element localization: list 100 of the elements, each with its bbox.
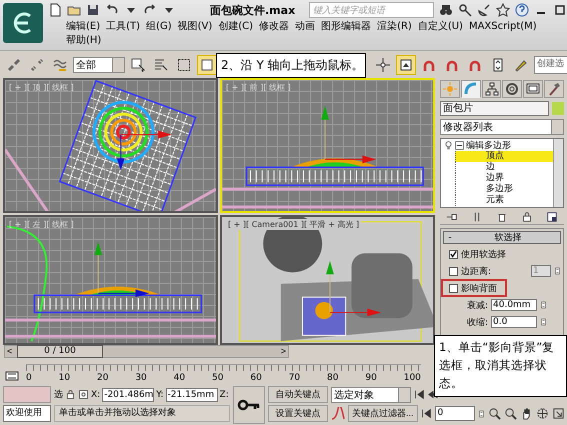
lock-icon[interactable] xyxy=(520,211,533,223)
sub-object-item[interactable]: 顶点 xyxy=(455,151,553,162)
star-icon[interactable] xyxy=(496,3,510,17)
spinner-arrows-icon[interactable] xyxy=(540,316,547,328)
menu-item[interactable]: 工具(T) xyxy=(103,20,144,34)
search-field[interactable]: 键入关键字或短语 xyxy=(309,2,434,18)
snap-toggle-button[interactable] xyxy=(396,54,416,74)
menu-item[interactable]: 图形编辑器 xyxy=(318,20,374,34)
panel-tab[interactable] xyxy=(482,80,502,98)
wave-icon[interactable] xyxy=(53,58,67,72)
menu-item[interactable]: 视图(V) xyxy=(174,20,216,34)
zoom-icon[interactable] xyxy=(488,407,501,420)
absolute-mode-icon[interactable] xyxy=(78,389,89,400)
window-crossing-button[interactable] xyxy=(197,54,217,74)
zoom-region-icon[interactable] xyxy=(504,407,517,420)
tick-label: 50 xyxy=(212,373,224,383)
window-crossing-icon xyxy=(200,58,214,72)
spinner-label: 衰减: xyxy=(466,300,488,312)
bin-icon[interactable] xyxy=(496,211,508,223)
menu-item[interactable]: 动画 xyxy=(292,20,318,34)
menu-item[interactable]: 修改器 xyxy=(256,20,292,34)
dropdown-value: 全部 xyxy=(76,58,96,72)
lightbulb-icon xyxy=(444,141,453,150)
time-slider-track[interactable]: < > 0 / 100 xyxy=(4,345,289,358)
collapse-sign: - xyxy=(447,232,453,242)
key-mode-dropdown[interactable]: 选定对象 xyxy=(331,386,411,402)
maximize-viewport-icon[interactable] xyxy=(552,407,565,420)
menu-item[interactable]: MAXScript(M) xyxy=(466,20,540,34)
unlink-icon[interactable] xyxy=(30,58,44,72)
satellite-dish-icon[interactable] xyxy=(476,3,491,17)
prompt-text: 单击或单击并拖动以选择对象 xyxy=(54,405,230,422)
selection-filter-dropdown[interactable]: 全部 xyxy=(73,56,125,72)
pin-icon[interactable] xyxy=(446,211,458,223)
lock-icon[interactable] xyxy=(65,389,76,400)
named-selection-field[interactable]: 创建选 xyxy=(534,56,567,74)
curve-editor-icon[interactable] xyxy=(4,369,20,383)
utilities-tab-icon xyxy=(547,82,562,96)
frame-field[interactable]: 0 xyxy=(434,406,475,421)
rollout-header[interactable]: - 软选择 xyxy=(443,231,561,244)
timeline-ruler[interactable]: 0 10 20 30 40 50 60 70 80 90 100 xyxy=(26,364,421,383)
menu-item[interactable]: 帮助(H) xyxy=(63,34,104,48)
color-swatch xyxy=(3,386,51,403)
callout-note: 2、沿 Y 轴向上拖动鼠标。 xyxy=(216,53,366,78)
set-key-mode-button[interactable]: 设置关键点 xyxy=(268,405,328,422)
menu-item[interactable]: 自定义(U) xyxy=(414,20,466,34)
spinner-field[interactable]: 40.0mm xyxy=(491,299,537,311)
spinner-snap-icon[interactable] xyxy=(491,58,505,72)
scrollbar[interactable] xyxy=(553,139,563,207)
checkbox-label[interactable]: 使用软选择 xyxy=(461,248,506,260)
object-name-field[interactable]: 面包片 xyxy=(440,101,549,116)
key-filters-button[interactable]: 关键点过滤器... xyxy=(348,405,418,422)
binoculars-icon[interactable] xyxy=(438,3,453,17)
spinner-arrows-icon[interactable] xyxy=(540,299,547,311)
tick-label: 100 xyxy=(404,373,421,383)
set-key-button[interactable] xyxy=(233,386,265,424)
object-color-swatch[interactable] xyxy=(552,102,564,115)
go-to-start-icon[interactable] xyxy=(414,389,425,400)
coordinate-field[interactable]: -201.486m xyxy=(102,388,154,402)
select-object-icon[interactable] xyxy=(131,58,145,72)
menu-item[interactable]: 组(G) xyxy=(143,20,175,34)
spinner-field[interactable]: 0.0 xyxy=(491,316,537,328)
modify-tab-icon xyxy=(464,82,478,96)
maximize-icon[interactable] xyxy=(552,3,567,17)
new-file-icon[interactable] xyxy=(48,3,62,17)
go-to-start-icon[interactable] xyxy=(420,408,432,419)
modifier-list-dropdown[interactable]: 修改器列表 xyxy=(440,119,564,135)
spinner-arrows-icon[interactable] xyxy=(554,265,561,277)
menu-item[interactable]: 创建(C) xyxy=(215,20,256,34)
time-slider-thumb[interactable]: 0 / 100 xyxy=(17,345,103,358)
modifier-name[interactable]: 编辑多边形 xyxy=(466,139,511,152)
orbit-icon[interactable] xyxy=(536,407,549,420)
tick-label: 20 xyxy=(96,373,108,383)
panel-tab[interactable] xyxy=(523,80,544,98)
next-frame-button[interactable]: > xyxy=(278,346,288,357)
checkbox[interactable] xyxy=(449,284,458,292)
save-icon[interactable] xyxy=(86,3,100,17)
select-by-name-icon[interactable] xyxy=(154,58,168,72)
selection-label: 选 xyxy=(54,388,63,401)
app-logo[interactable] xyxy=(3,3,43,43)
coordinate-field[interactable]: -21.15mm xyxy=(166,388,218,402)
region-select-icon[interactable] xyxy=(177,58,191,72)
dropdown-value: 选定对象 xyxy=(334,388,374,402)
menu-item[interactable]: 渲染(R) xyxy=(374,20,415,34)
coordinate-label: Y: xyxy=(156,390,164,400)
previous-frame-button[interactable]: < xyxy=(5,346,14,357)
auto-key-button[interactable]: 自动关键点 xyxy=(268,386,328,403)
tick-label: 90 xyxy=(365,373,377,383)
panel-tab[interactable] xyxy=(502,80,522,98)
tangent-curve-icon[interactable] xyxy=(331,406,345,420)
menu-item[interactable]: 编辑(E) xyxy=(63,20,104,34)
viewport-label[interactable]: [ + ][ Camera001 ][ 平滑 + 高光 ] xyxy=(226,219,362,230)
viewport[interactable]: [ + ][ Camera001 ][ 平滑 + 高光 ] xyxy=(220,215,435,345)
pencil-icon[interactable] xyxy=(514,58,528,72)
checkbox-label[interactable]: 影响背面 xyxy=(461,282,497,294)
tick-label: 70 xyxy=(288,373,300,383)
modifier-stack[interactable]: 编辑多边形 顶点 边 边界 多边形 元素 xyxy=(440,138,564,208)
link-icon[interactable] xyxy=(7,58,21,72)
checkbox[interactable] xyxy=(449,250,458,258)
listener-field[interactable]: 欢迎使用 xyxy=(3,405,51,422)
help-icon[interactable] xyxy=(514,3,529,17)
